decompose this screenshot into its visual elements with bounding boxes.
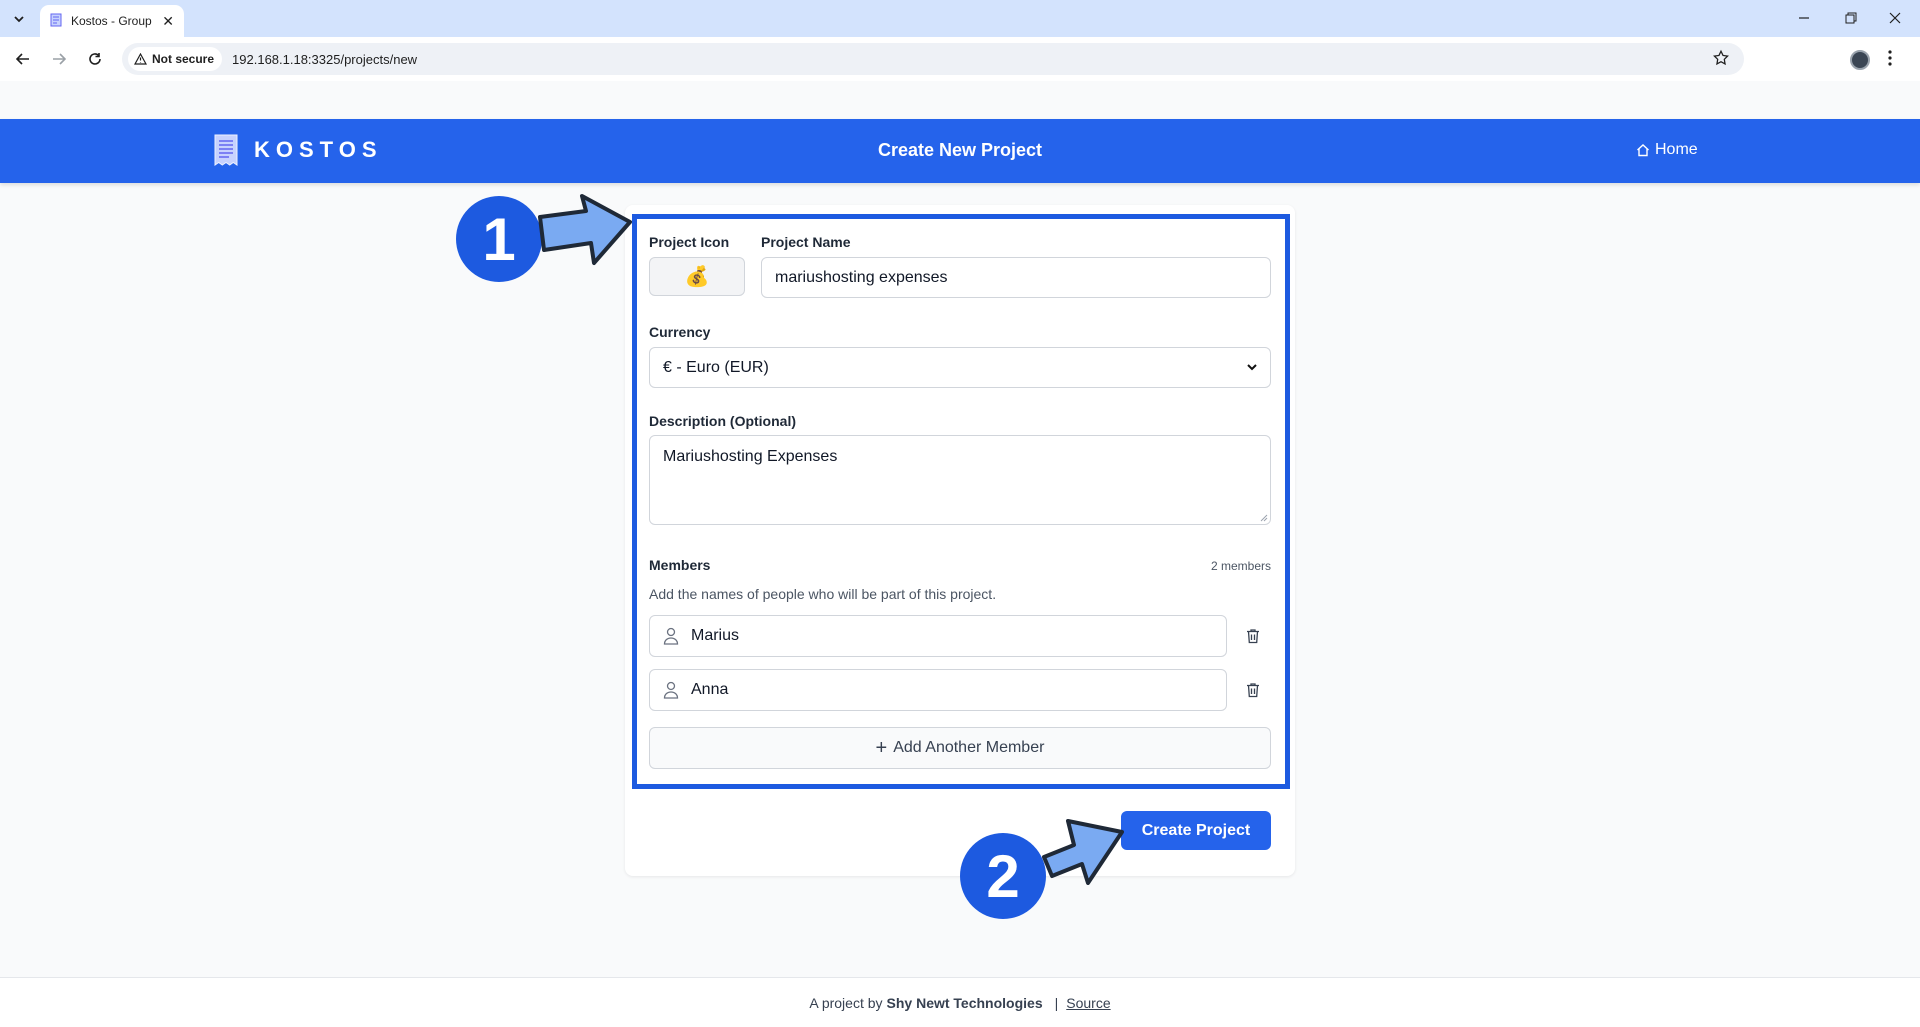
project-icon-label: Project Icon xyxy=(649,234,730,250)
minimize-icon[interactable] xyxy=(1793,8,1815,28)
address-bar[interactable]: Not secure 192.168.1.18:3325/projects/ne… xyxy=(122,43,1744,75)
project-icon-picker[interactable]: 💰 xyxy=(649,257,745,296)
security-chip[interactable]: Not secure xyxy=(128,47,223,71)
step-badge-1: 1 xyxy=(456,196,542,282)
chevron-down-icon xyxy=(1247,364,1257,371)
bookmark-star-icon[interactable] xyxy=(1712,49,1730,72)
warning-icon xyxy=(134,53,147,65)
description-textarea[interactable]: Mariushosting Expenses xyxy=(649,435,1271,525)
member-input[interactable]: Anna xyxy=(649,669,1227,711)
step-badge-2: 2 xyxy=(960,833,1046,919)
project-name-input[interactable]: mariushosting expenses xyxy=(761,257,1271,298)
footer-prefix: A project by xyxy=(809,994,883,1011)
trash-icon[interactable] xyxy=(1243,626,1263,646)
reload-icon[interactable] xyxy=(82,46,108,72)
page-title: Create New Project xyxy=(877,140,1043,160)
app-header: KOSTOS Create New Project Home xyxy=(0,119,1920,183)
forward-arrow-icon[interactable] xyxy=(46,46,72,72)
members-label: Members xyxy=(649,557,711,573)
create-project-label: Create Project xyxy=(1141,821,1251,839)
browser-tab[interactable]: Kostos - Group ✕ xyxy=(40,5,184,37)
tab-close-icon[interactable]: ✕ xyxy=(162,13,174,30)
source-link[interactable]: Source xyxy=(1066,995,1110,1011)
home-label: Home xyxy=(1655,141,1698,158)
tab-title: Kostos - Group xyxy=(71,14,152,28)
money-bag-icon: 💰 xyxy=(684,266,710,288)
tab-search-chevron-icon[interactable] xyxy=(6,6,32,32)
currency-label: Currency xyxy=(649,324,711,340)
arrow-icon xyxy=(1042,819,1124,885)
footer: A project by Shy Newt Technologies | Sou… xyxy=(0,977,1920,1027)
profile-avatar[interactable] xyxy=(1850,50,1870,70)
member-name: Anna xyxy=(691,681,729,698)
arrow-icon xyxy=(538,194,632,265)
currency-value: € - Euro (EUR) xyxy=(663,358,769,376)
user-icon xyxy=(663,627,679,645)
security-label: Not secure xyxy=(152,52,215,66)
members-count: 2 members xyxy=(1210,559,1271,573)
home-icon xyxy=(1637,144,1649,157)
browser-toolbar: Not secure 192.168.1.18:3325/projects/ne… xyxy=(0,37,1920,81)
url-text: 192.168.1.18:3325/projects/new xyxy=(232,51,418,67)
project-name-label: Project Name xyxy=(761,234,851,250)
members-hint: Add the names of people who will be part… xyxy=(649,586,997,602)
add-member-button[interactable]: + Add Another Member xyxy=(649,727,1271,769)
add-member-label: Add Another Member xyxy=(893,739,1045,756)
plus-icon: + xyxy=(875,737,888,759)
browser-menu-icon[interactable] xyxy=(1888,50,1892,71)
description-value: Mariushosting Expenses xyxy=(663,448,838,465)
project-name-value: mariushosting expenses xyxy=(775,268,948,286)
restore-icon[interactable] xyxy=(1840,8,1862,28)
browser-tab-bar: Kostos - Group ✕ xyxy=(0,0,1920,37)
create-project-button[interactable]: Create Project xyxy=(1121,811,1271,850)
description-label: Description (Optional) xyxy=(649,413,796,429)
currency-select[interactable]: € - Euro (EUR) xyxy=(649,347,1271,388)
back-arrow-icon[interactable] xyxy=(10,46,36,72)
member-input[interactable]: Marius xyxy=(649,615,1227,657)
trash-icon[interactable] xyxy=(1243,680,1263,700)
home-link[interactable]: Home xyxy=(1636,141,1698,159)
member-name: Marius xyxy=(691,627,740,644)
resize-handle-icon[interactable] xyxy=(1259,513,1268,522)
footer-separator: | xyxy=(1054,994,1059,1011)
receipt-favicon-icon xyxy=(50,13,62,30)
user-icon xyxy=(663,681,679,699)
window-close-icon[interactable] xyxy=(1884,8,1906,28)
footer-company: Shy Newt Technologies xyxy=(886,994,1043,1011)
